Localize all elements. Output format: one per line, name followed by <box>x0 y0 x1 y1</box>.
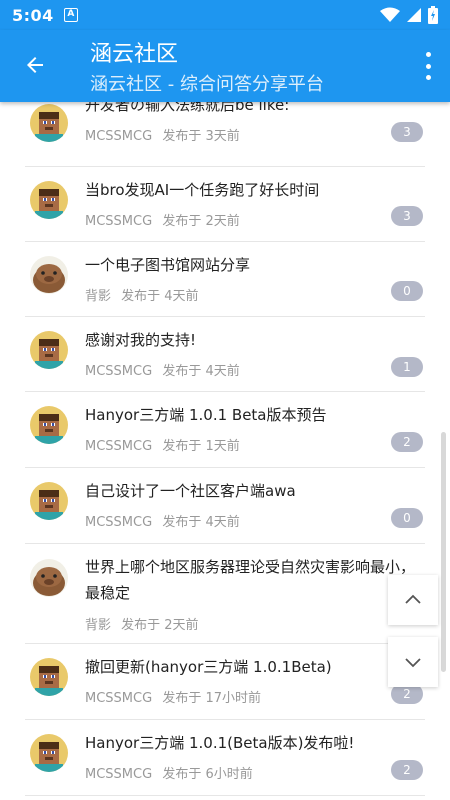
chevron-down-icon <box>405 658 421 668</box>
chevron-up-icon <box>405 594 421 604</box>
list-item[interactable]: 世界上哪个地区服务器理论受自然灾害影响最小，最稳定 背影 发布于 2天前 <box>25 544 425 644</box>
post-meta: MCSSMCG 发布于 4天前 <box>85 511 240 530</box>
list-item[interactable]: 一个电子图书馆网站分享 背影 发布于 4天前 0 <box>25 242 425 317</box>
post-author: MCSSMCG <box>85 214 153 229</box>
reply-count-badge: 2 <box>391 684 423 704</box>
post-meta: MCSSMCG 发布于 1天前 <box>85 435 240 454</box>
page-subtitle: 涵云社区 - 综合问答分享平台 <box>90 74 324 95</box>
post-time: 发布于 4天前 <box>162 364 240 379</box>
post-author: MCSSMCG <box>85 364 153 379</box>
avatar <box>30 331 68 369</box>
avatar <box>30 559 68 597</box>
post-author: MCSSMCG <box>85 691 153 706</box>
scrollbar[interactable] <box>441 432 446 672</box>
post-title: 开发者の输入法练就后be like: <box>85 102 290 114</box>
post-time: 发布于 4天前 <box>121 289 199 304</box>
avatar <box>30 734 68 772</box>
avatar <box>30 104 68 142</box>
post-meta: MCSSMCG 发布于 4天前 <box>85 360 240 379</box>
post-title: 自己设计了一个社区客户端awa <box>85 482 296 500</box>
post-meta: MCSSMCG 发布于 17小时前 <box>85 687 261 706</box>
post-meta: MCSSMCG 发布于 6小时前 <box>85 763 253 782</box>
post-title: Hanyor三方端 1.0.1 Beta版本预告 <box>85 406 327 424</box>
cellular-signal-icon <box>407 8 421 22</box>
notification-a-icon: A <box>63 8 78 22</box>
reply-count-badge: 2 <box>391 432 423 452</box>
more-vert-icon[interactable] <box>422 52 434 80</box>
post-time: 发布于 4天前 <box>162 515 240 530</box>
post-meta: 背影 发布于 2天前 <box>85 614 199 633</box>
avatar <box>30 658 68 696</box>
post-time: 发布于 2天前 <box>162 214 240 229</box>
post-meta: 背影 发布于 4天前 <box>85 285 199 304</box>
reply-count-badge: 0 <box>391 508 423 528</box>
list-item[interactable]: Hanyor三方端 1.0.1 Beta版本预告 MCSSMCG 发布于 1天前… <box>25 392 425 468</box>
post-time: 发布于 17小时前 <box>162 691 261 706</box>
post-author: MCSSMCG <box>85 767 153 782</box>
post-time: 发布于 1天前 <box>162 439 240 454</box>
post-title: 当bro发现AI一个任务跑了好长时间 <box>85 181 320 199</box>
list-item[interactable]: 开发者の输入法练就后be like: MCSSMCG 发布于 3天前 3 <box>25 102 425 167</box>
avatar <box>30 181 68 219</box>
battery-icon <box>428 6 438 24</box>
post-title: 撤回更新(hanyor三方端 1.0.1Beta) <box>85 658 332 676</box>
post-title: 感谢对我的支持! <box>85 331 197 349</box>
post-author: MCSSMCG <box>85 515 153 530</box>
app-bar: 涵云社区 涵云社区 - 综合问答分享平台 <box>0 30 450 102</box>
reply-count-badge: 0 <box>391 281 423 301</box>
reply-count-badge: 1 <box>391 357 423 377</box>
post-meta: MCSSMCG 发布于 3天前 <box>85 125 240 144</box>
list-item[interactable]: Hanyor三方端 1.0.1(Beta版本)发布啦! MCSSMCG 发布于 … <box>25 720 425 796</box>
wifi-icon <box>380 7 400 22</box>
post-time: 发布于 6小时前 <box>162 767 253 782</box>
page-title: 涵云社区 <box>90 42 179 67</box>
post-list[interactable]: 开发者の输入法练就后be like: MCSSMCG 发布于 3天前 3 当br… <box>0 102 450 800</box>
list-item[interactable]: 感谢对我的支持! MCSSMCG 发布于 4天前 1 <box>25 317 425 392</box>
avatar <box>30 482 68 520</box>
post-author: MCSSMCG <box>85 129 153 144</box>
post-time: 发布于 3天前 <box>162 129 240 144</box>
post-title: Hanyor三方端 1.0.1(Beta版本)发布啦! <box>85 734 355 752</box>
arrow-back-icon <box>27 57 43 73</box>
post-meta: MCSSMCG 发布于 2天前 <box>85 210 240 229</box>
post-author: 背影 <box>85 618 112 633</box>
avatar <box>30 406 68 444</box>
scroll-to-bottom-button[interactable] <box>388 637 438 687</box>
post-time: 发布于 2天前 <box>121 618 199 633</box>
reply-count-badge: 2 <box>391 760 423 780</box>
post-title: 一个电子图书馆网站分享 <box>85 256 251 274</box>
post-author: MCSSMCG <box>85 439 153 454</box>
status-time: 5:04 <box>12 5 54 25</box>
scroll-to-top-button[interactable] <box>388 575 438 625</box>
reply-count-badge: 3 <box>391 206 423 226</box>
list-item[interactable]: 当bro发现AI一个任务跑了好长时间 MCSSMCG 发布于 2天前 3 <box>25 167 425 242</box>
reply-count-badge: 3 <box>391 122 423 142</box>
status-bar: 5:04 A <box>0 0 450 30</box>
post-author: 背影 <box>85 289 112 304</box>
post-title: 世界上哪个地区服务器理论受自然灾害影响最小，最稳定 <box>85 558 416 602</box>
back-button[interactable] <box>20 50 50 80</box>
avatar <box>30 256 68 294</box>
list-item[interactable]: 撤回更新(hanyor三方端 1.0.1Beta) MCSSMCG 发布于 17… <box>25 644 425 720</box>
list-item[interactable]: 自己设计了一个社区客户端awa MCSSMCG 发布于 4天前 0 <box>25 468 425 544</box>
status-icons <box>380 6 438 24</box>
